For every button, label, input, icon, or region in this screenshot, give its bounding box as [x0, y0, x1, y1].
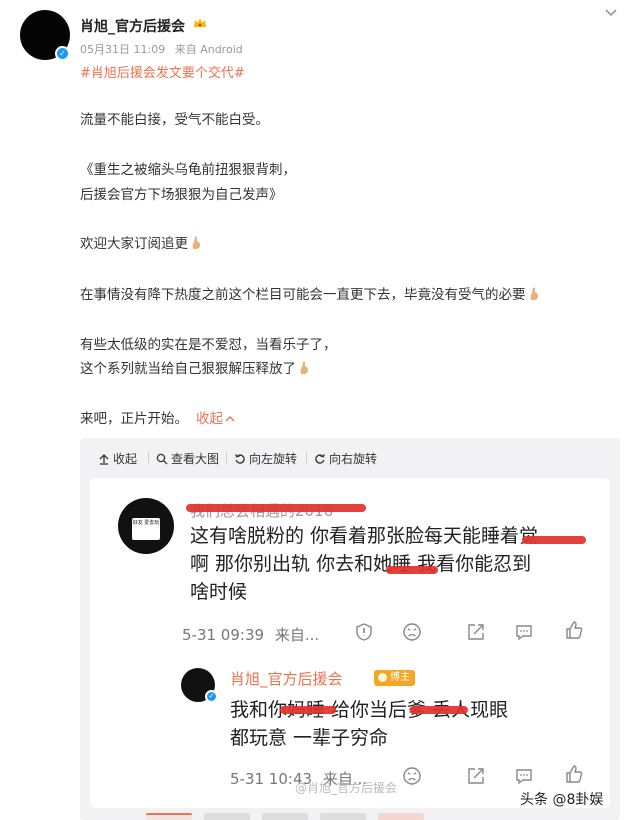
post-text: 在事情没有降下热度之前这个栏目可能会一直更下去，毕竟没有受气的必要	[80, 287, 526, 303]
reply-line: 都玩意 一辈子穷命	[230, 727, 389, 749]
chevron-up-icon	[225, 416, 235, 422]
post-text-line: 后援会官方下场狠狠为自己发声》	[80, 187, 283, 203]
brand-watermark: 头条 @8卦娱	[520, 792, 604, 808]
collapse-image-button[interactable]: 收起	[98, 450, 137, 467]
post-source: 来自 Android	[174, 43, 243, 56]
post-text: 来吧，正片开始。	[80, 411, 188, 427]
comment-text: 这有啥脱粉的 你看着那张脸每天能睡着觉 啊 那你别出轨 你去和她睡 我看你能忍到…	[190, 522, 600, 606]
rotate-right-icon	[315, 453, 326, 464]
hashtag-link[interactable]: #肖旭后援会发文要个交代#	[80, 62, 245, 81]
toolbar-divider	[226, 452, 227, 463]
author-badge: 博主	[374, 670, 415, 686]
collapse-label: 收起	[113, 452, 138, 466]
redaction-scribble	[280, 706, 336, 714]
avatar-caption-text: 好友 爱去玩	[132, 520, 160, 526]
dislike-face-icon[interactable]	[402, 622, 422, 642]
thumbnail[interactable]	[262, 813, 308, 820]
rotate-right-button[interactable]: 向右旋转	[314, 450, 377, 467]
share-icon[interactable]	[466, 766, 486, 786]
like-icon[interactable]	[564, 620, 584, 640]
redaction-scribble	[386, 566, 438, 574]
verified-icon: ✓	[55, 46, 70, 61]
post-text-line: 《重生之被缩头乌龟前扭狠狠背刺，	[80, 162, 296, 178]
view-large-label: 查看大图	[171, 452, 220, 466]
hand-emoji-icon	[530, 287, 538, 300]
thumbnail[interactable]	[320, 813, 366, 820]
comment-time: 5-31 09:39	[182, 626, 265, 644]
embedded-screenshot[interactable]: 好友 爱去玩 我们总会相遇的2016 这有啥脱粉的 你看着那张脸每天能睡着觉 啊…	[90, 478, 610, 808]
post-text-line: 欢迎大家订阅追更	[80, 232, 201, 257]
comment-meta: 5-31 09:39 来自...	[182, 624, 319, 645]
chevron-down-icon[interactable]	[603, 4, 619, 20]
redaction-scribble	[186, 504, 366, 512]
toolbar-divider	[148, 452, 149, 463]
crown-icon	[194, 18, 206, 27]
watermark: @肖旭_官方后援会	[295, 781, 398, 795]
comment-source: 来自...	[274, 626, 320, 644]
post-text-line: 这个系列就当给自己狠狠解压释放了	[80, 357, 309, 382]
report-icon[interactable]	[354, 622, 374, 642]
thumbnail-selected[interactable]	[146, 813, 192, 820]
post-text: 欢迎大家订阅追更	[80, 236, 188, 252]
redaction-scribble	[410, 706, 468, 714]
reply-text: 我和你妈睡 给你当后爹 丢人现眼 都玩意 一辈子穷命	[230, 696, 600, 752]
post-text-line: 在事情没有降下热度之前这个栏目可能会一直更下去，毕竟没有受气的必要	[80, 283, 539, 308]
comment-icon[interactable]	[514, 766, 534, 786]
reply-author: 肖旭_官方后援会	[230, 670, 343, 688]
image-toolbar: 收起 查看大图 向左旋转 向右旋转	[80, 438, 620, 476]
toolbar-divider	[306, 452, 307, 463]
post-text-line: 有些太低级的实在是不爱怼，当看乐子了，	[80, 337, 337, 353]
share-icon[interactable]	[466, 622, 486, 642]
author-name[interactable]: 肖旭_官方后援会	[80, 16, 185, 36]
hand-emoji-icon	[192, 236, 200, 249]
rotate-left-label: 向左旋转	[249, 452, 298, 466]
post-text-line: 来吧，正片开始。 收起	[80, 407, 235, 432]
hand-emoji-icon	[300, 361, 308, 374]
avatar-caption: 好友 爱去玩	[132, 518, 160, 540]
comment-line: 啥时候	[190, 581, 248, 603]
post-date: 05月31日 11:09	[80, 43, 166, 56]
comment-icon[interactable]	[514, 622, 534, 642]
rotate-right-label: 向右旋转	[329, 452, 378, 466]
arrow-up-icon	[99, 453, 109, 465]
thumbnail[interactable]	[378, 813, 424, 820]
commenter-avatar: 好友 爱去玩	[118, 498, 174, 554]
redaction-scribble	[522, 536, 586, 544]
rotate-left-icon	[234, 453, 245, 464]
collapse-label: 收起	[196, 411, 223, 427]
dislike-face-icon[interactable]	[402, 766, 422, 786]
image-viewer: 收起 查看大图 向左旋转 向右旋转 好友 爱去玩 我们总会相遇的2016 这有啥…	[80, 438, 620, 820]
collapse-link[interactable]: 收起	[196, 411, 235, 427]
verified-icon: ✓	[205, 690, 218, 703]
view-large-button[interactable]: 查看大图	[156, 450, 219, 467]
thumbnail[interactable]	[204, 813, 250, 820]
post-text-line: 流量不能白接，受气不能白受。	[80, 112, 269, 128]
rotate-left-button[interactable]: 向左旋转	[234, 450, 297, 467]
like-icon[interactable]	[564, 764, 584, 784]
post-text: 这个系列就当给自己狠狠解压释放了	[80, 361, 296, 377]
post-meta: 05月31日 11:09 来自 Android	[80, 41, 249, 57]
search-icon	[156, 453, 168, 464]
